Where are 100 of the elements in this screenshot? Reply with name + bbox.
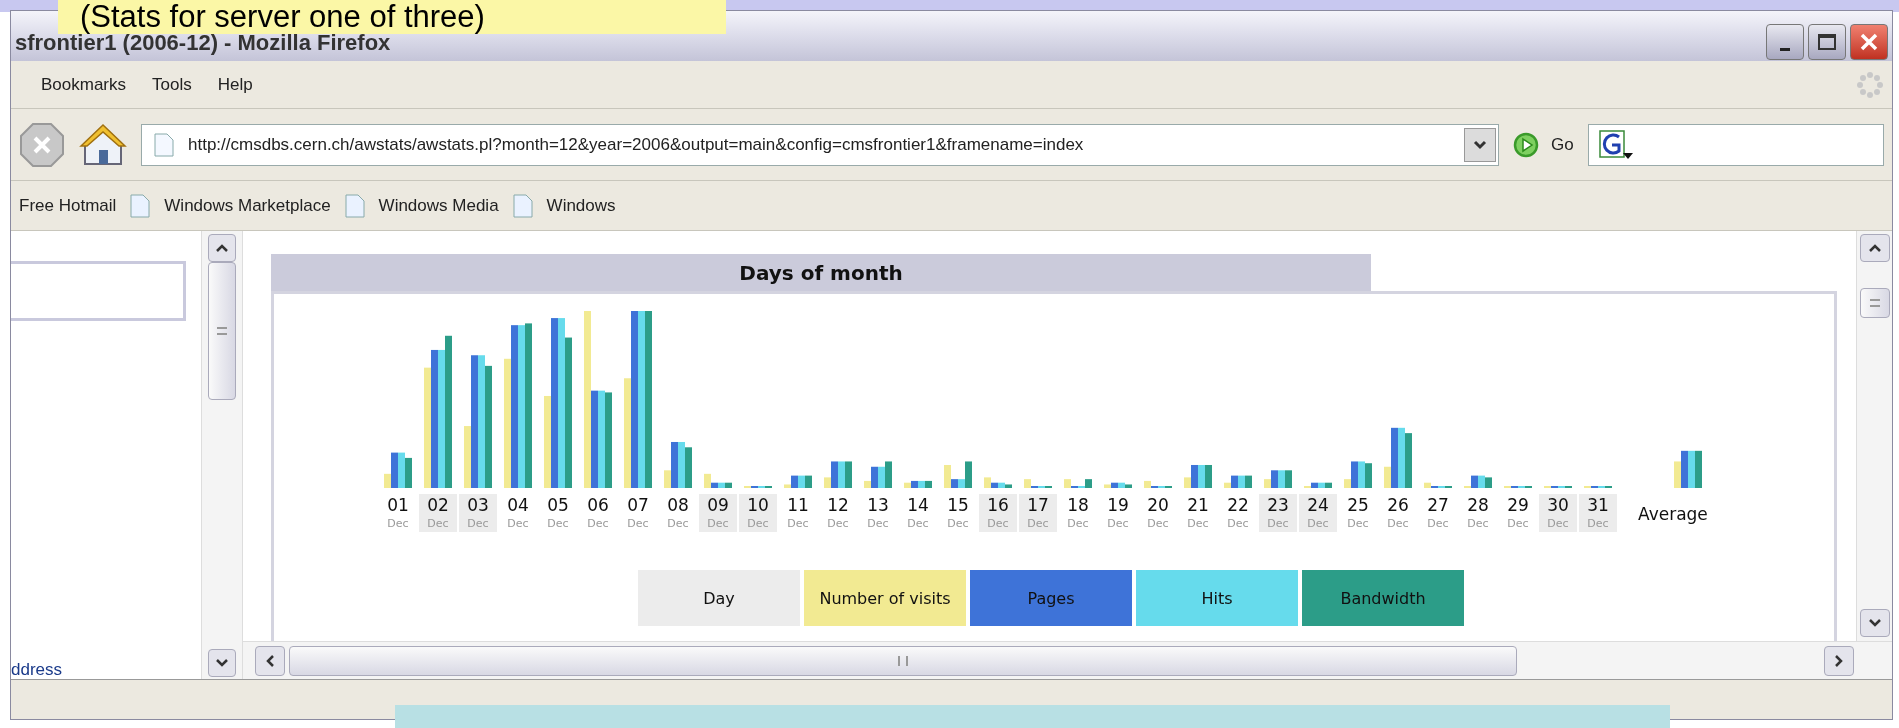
home-icon[interactable] [79,121,127,168]
day-label: 09 [699,494,737,516]
scroll-thumb[interactable] [208,262,236,400]
month-label: Dec [866,516,890,532]
scroll-right-button[interactable] [1824,645,1854,676]
legend-item: Day [638,570,800,626]
month-label: Dec [979,516,1017,532]
month-label: Dec [1579,516,1617,532]
bookmark-link[interactable]: Windows Media [378,192,499,219]
day-label: 31 [1579,494,1617,516]
month-label: Dec [739,516,777,532]
legend-item: Hits [1136,570,1298,626]
caret-icon [1473,139,1487,150]
month-label: Dec [1259,516,1297,532]
day-label: 08 [666,494,690,516]
day-label: 24 [1299,494,1337,516]
month-label: Dec [386,516,410,532]
address-label: ddress [11,659,63,681]
go-link[interactable]: Go [1551,131,1574,158]
month-label: Dec [506,516,530,532]
month-label: Dec [1346,516,1370,532]
menu-item[interactable]: Help [217,71,253,98]
page-icon [344,193,365,218]
day-label: 05 [546,494,570,516]
minimize-button[interactable] [1766,24,1804,60]
caret-icon [266,654,274,667]
legend-item: Bandwidth [1302,570,1464,626]
day-label: 07 [626,494,650,516]
day-label: 29 [1506,494,1530,516]
close-button[interactable] [1850,24,1888,60]
day-label: 12 [826,494,850,516]
day-label: 02 [419,494,457,516]
scroll-thumb[interactable] [289,645,1517,676]
month-label: Dec [946,516,970,532]
bookmark-link[interactable]: Windows Marketplace [164,192,331,219]
day-label: 15 [946,494,970,516]
day-label: 26 [1386,494,1410,516]
month-label: Dec [1539,516,1577,532]
month-label: Dec [1106,516,1130,532]
day-label: 18 [1066,494,1090,516]
caret-icon [216,659,228,667]
month-label: Dec [626,516,650,532]
month-label: Dec [1426,516,1450,532]
caret-icon [1868,244,1881,252]
stop-icon[interactable] [19,121,65,168]
scroll-left-button[interactable] [255,645,285,676]
day-label: 10 [739,494,777,516]
day-label: 23 [1259,494,1297,516]
menu-item[interactable]: Bookmarks [41,71,127,98]
day-label: 21 [1186,494,1210,516]
month-label: Dec [666,516,690,532]
month-label: Dec [906,516,930,532]
day-label: 22 [1226,494,1250,516]
legend-item: Number of visits [804,570,966,626]
month-label: Dec [699,516,737,532]
search-field[interactable] [1587,123,1884,166]
day-label: 17 [1019,494,1057,516]
page-icon [130,193,151,218]
scroll-thumb[interactable] [1859,288,1890,318]
day-label: 11 [786,494,810,516]
day-label: 06 [586,494,610,516]
day-label: 13 [866,494,890,516]
scroll-up-button[interactable] [208,234,236,262]
day-label: 20 [1146,494,1170,516]
month-label: Dec [826,516,850,532]
month-label: Dec [459,516,497,532]
caret-icon [1835,654,1843,667]
day-label: 04 [506,494,530,516]
average-label: Average [1638,503,1708,526]
day-label: 01 [386,494,410,516]
day-label: 25 [1346,494,1370,516]
month-label: Dec [786,516,810,532]
history-dropdown-button[interactable] [1464,127,1496,162]
day-label: 16 [979,494,1017,516]
scroll-down-button[interactable] [208,649,236,677]
day-label: 03 [459,494,497,516]
bookmark-link[interactable]: Free Hotmail [19,192,117,219]
caret-icon [1868,619,1881,627]
go-icon[interactable] [1513,131,1539,158]
month-label: Dec [586,516,610,532]
bookmark-link[interactable]: Windows [546,192,616,219]
month-label: Dec [1019,516,1057,532]
legend-item: Pages [970,570,1132,626]
close-icon [1859,32,1879,52]
address-field[interactable]: http://cmsdbs.cern.ch/awstats/awstats.pl?month=12&year=2006&output=main&config=cmsfrontier1&framename=index [141,123,1499,166]
month-label: Dec [1466,516,1490,532]
maximize-button[interactable] [1808,24,1846,60]
scroll-down-button[interactable] [1859,609,1890,637]
caret-icon [216,244,228,252]
month-label: Dec [1299,516,1337,532]
day-label: 19 [1106,494,1130,516]
menu-item[interactable]: Tools [152,71,192,98]
chart-title: Days of month [271,254,1371,291]
month-label: Dec [1386,516,1410,532]
scroll-up-button[interactable] [1859,234,1890,262]
month-label: Dec [1066,516,1090,532]
month-label: Dec [546,516,570,532]
month-label: Dec [1146,516,1170,532]
day-label: 27 [1426,494,1450,516]
day-label: 28 [1466,494,1490,516]
